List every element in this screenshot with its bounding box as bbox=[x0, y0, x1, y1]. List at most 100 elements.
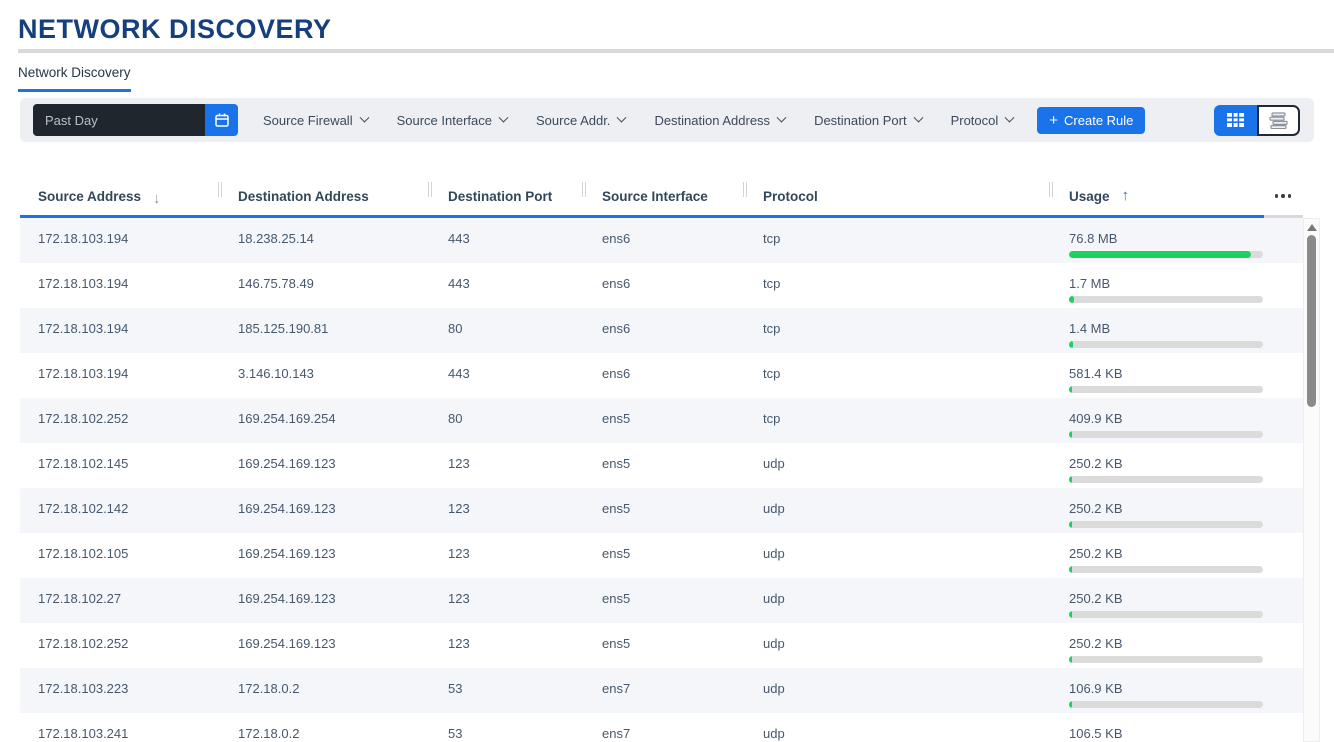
destination-address-cell: 172.18.0.2 bbox=[220, 681, 430, 713]
filter-source-interface[interactable]: Source Interface bbox=[397, 113, 507, 128]
table-view-button[interactable] bbox=[1214, 105, 1257, 136]
usage-bar bbox=[1069, 521, 1263, 528]
source-address-cell: 172.18.103.194 bbox=[20, 276, 220, 308]
table-row[interactable]: 172.18.102.105 169.254.169.123 123 ens5 … bbox=[20, 533, 1303, 578]
protocol-cell: udp bbox=[745, 501, 1051, 533]
table-row[interactable]: 172.18.102.142 169.254.169.123 123 ens5 … bbox=[20, 488, 1303, 533]
usage-cell: 106.5 KB bbox=[1051, 726, 1303, 742]
protocol-cell: udp bbox=[745, 636, 1051, 668]
tab-network-discovery[interactable]: Network Discovery bbox=[18, 64, 131, 92]
usage-cell: 106.9 KB bbox=[1051, 681, 1303, 713]
column-resize-handle[interactable] bbox=[1049, 182, 1053, 197]
usage-bar bbox=[1069, 341, 1263, 348]
usage-bar bbox=[1069, 476, 1263, 483]
usage-cell: 250.2 KB bbox=[1051, 456, 1303, 488]
column-resize-handle[interactable] bbox=[743, 182, 747, 197]
table-body: 172.18.103.194 18.238.25.14 443 ens6 tcp… bbox=[20, 218, 1303, 742]
usage-bar bbox=[1069, 386, 1263, 393]
destination-port-cell: 443 bbox=[430, 276, 584, 308]
filter-protocol[interactable]: Protocol bbox=[951, 113, 1014, 128]
calendar-icon bbox=[214, 112, 230, 128]
source-interface-cell: ens6 bbox=[584, 366, 745, 398]
scroll-up-arrow-icon[interactable] bbox=[1307, 224, 1317, 231]
table-row[interactable]: 172.18.103.194 3.146.10.143 443 ens6 tcp… bbox=[20, 353, 1303, 398]
source-address-cell: 172.18.102.252 bbox=[20, 636, 220, 668]
usage-bar-fill bbox=[1069, 611, 1072, 618]
source-address-cell: 172.18.102.145 bbox=[20, 456, 220, 488]
destination-port-cell: 123 bbox=[430, 591, 584, 623]
calendar-button[interactable] bbox=[205, 104, 238, 136]
filter-label: Source Interface bbox=[397, 113, 492, 128]
destination-port-cell: 80 bbox=[430, 321, 584, 353]
destination-address-cell: 3.146.10.143 bbox=[220, 366, 430, 398]
usage-bar bbox=[1069, 251, 1263, 258]
source-interface-cell: ens6 bbox=[584, 321, 745, 353]
column-label: Source Address bbox=[38, 189, 141, 204]
filter-label: Source Addr. bbox=[536, 113, 610, 128]
column-header-protocol[interactable]: Protocol bbox=[745, 178, 1051, 215]
source-interface-cell: ens5 bbox=[584, 456, 745, 488]
usage-bar-fill bbox=[1069, 701, 1072, 708]
table-row[interactable]: 172.18.103.194 18.238.25.14 443 ens6 tcp… bbox=[20, 218, 1303, 263]
table-row[interactable]: 172.18.103.241 172.18.0.2 53 ens7 udp 10… bbox=[20, 713, 1303, 742]
vertical-scrollbar[interactable] bbox=[1303, 218, 1320, 742]
column-header-destination-address[interactable]: Destination Address bbox=[220, 178, 430, 215]
table-row[interactable]: 172.18.103.223 172.18.0.2 53 ens7 udp 10… bbox=[20, 668, 1303, 713]
flow-view-button[interactable] bbox=[1257, 105, 1300, 136]
table-header: Source Address ↓ Destination Address Des… bbox=[20, 178, 1303, 215]
date-range-input[interactable]: Past Day bbox=[33, 104, 205, 136]
source-interface-cell: ens5 bbox=[584, 591, 745, 623]
table-row[interactable]: 172.18.102.252 169.254.169.254 80 ens5 t… bbox=[20, 398, 1303, 443]
source-interface-cell: ens5 bbox=[584, 411, 745, 443]
chevron-down-icon bbox=[617, 112, 627, 122]
destination-address-cell: 169.254.169.123 bbox=[220, 501, 430, 533]
column-options-button[interactable] bbox=[1275, 194, 1292, 198]
usage-bar-fill bbox=[1069, 251, 1251, 258]
usage-cell: 250.2 KB bbox=[1051, 591, 1303, 623]
usage-bar bbox=[1069, 656, 1263, 663]
create-rule-button[interactable]: + Create Rule bbox=[1037, 107, 1145, 134]
protocol-cell: tcp bbox=[745, 411, 1051, 443]
protocol-cell: tcp bbox=[745, 366, 1051, 398]
destination-port-cell: 123 bbox=[430, 546, 584, 578]
filter-destination-port[interactable]: Destination Port bbox=[814, 113, 922, 128]
column-resize-handle[interactable] bbox=[218, 182, 222, 197]
usage-bar bbox=[1069, 611, 1263, 618]
column-header-source-address[interactable]: Source Address ↓ bbox=[20, 178, 220, 215]
usage-bar-fill bbox=[1069, 656, 1072, 663]
view-toggle bbox=[1214, 105, 1300, 136]
date-range-picker[interactable]: Past Day bbox=[33, 104, 238, 136]
column-header-source-interface[interactable]: Source Interface bbox=[584, 178, 745, 215]
table-row[interactable]: 172.18.103.194 146.75.78.49 443 ens6 tcp… bbox=[20, 263, 1303, 308]
usage-bar-fill bbox=[1069, 296, 1074, 303]
page-title: NETWORK DISCOVERY bbox=[18, 14, 332, 45]
destination-port-cell: 53 bbox=[430, 681, 584, 713]
column-label: Source Interface bbox=[602, 189, 708, 204]
usage-value: 409.9 KB bbox=[1069, 411, 1303, 426]
protocol-cell: udp bbox=[745, 681, 1051, 713]
usage-bar-fill bbox=[1069, 476, 1072, 483]
table-row[interactable]: 172.18.102.27 169.254.169.123 123 ens5 u… bbox=[20, 578, 1303, 623]
usage-value: 250.2 KB bbox=[1069, 456, 1303, 471]
usage-cell: 1.4 MB bbox=[1051, 321, 1303, 353]
scrollbar-thumb[interactable] bbox=[1307, 235, 1316, 407]
column-header-destination-port[interactable]: Destination Port bbox=[430, 178, 584, 215]
column-resize-handle[interactable] bbox=[582, 182, 586, 197]
chevron-down-icon bbox=[359, 112, 369, 122]
column-resize-handle[interactable] bbox=[428, 182, 432, 197]
protocol-cell: udp bbox=[745, 591, 1051, 623]
protocol-cell: tcp bbox=[745, 321, 1051, 353]
table-row[interactable]: 172.18.102.252 169.254.169.123 123 ens5 … bbox=[20, 623, 1303, 668]
column-header-usage[interactable]: Usage ↑ bbox=[1051, 178, 1303, 215]
filter-source-addr[interactable]: Source Addr. bbox=[536, 113, 625, 128]
source-address-cell: 172.18.103.194 bbox=[20, 321, 220, 353]
filter-destination-address[interactable]: Destination Address bbox=[654, 113, 785, 128]
table-row[interactable]: 172.18.103.194 185.125.190.81 80 ens6 tc… bbox=[20, 308, 1303, 353]
filter-label: Destination Port bbox=[814, 113, 907, 128]
filter-source-firewall[interactable]: Source Firewall bbox=[263, 113, 368, 128]
destination-port-cell: 443 bbox=[430, 231, 584, 263]
column-label: Destination Port bbox=[448, 189, 552, 204]
usage-cell: 1.7 MB bbox=[1051, 276, 1303, 308]
destination-port-cell: 53 bbox=[430, 726, 584, 742]
table-row[interactable]: 172.18.102.145 169.254.169.123 123 ens5 … bbox=[20, 443, 1303, 488]
